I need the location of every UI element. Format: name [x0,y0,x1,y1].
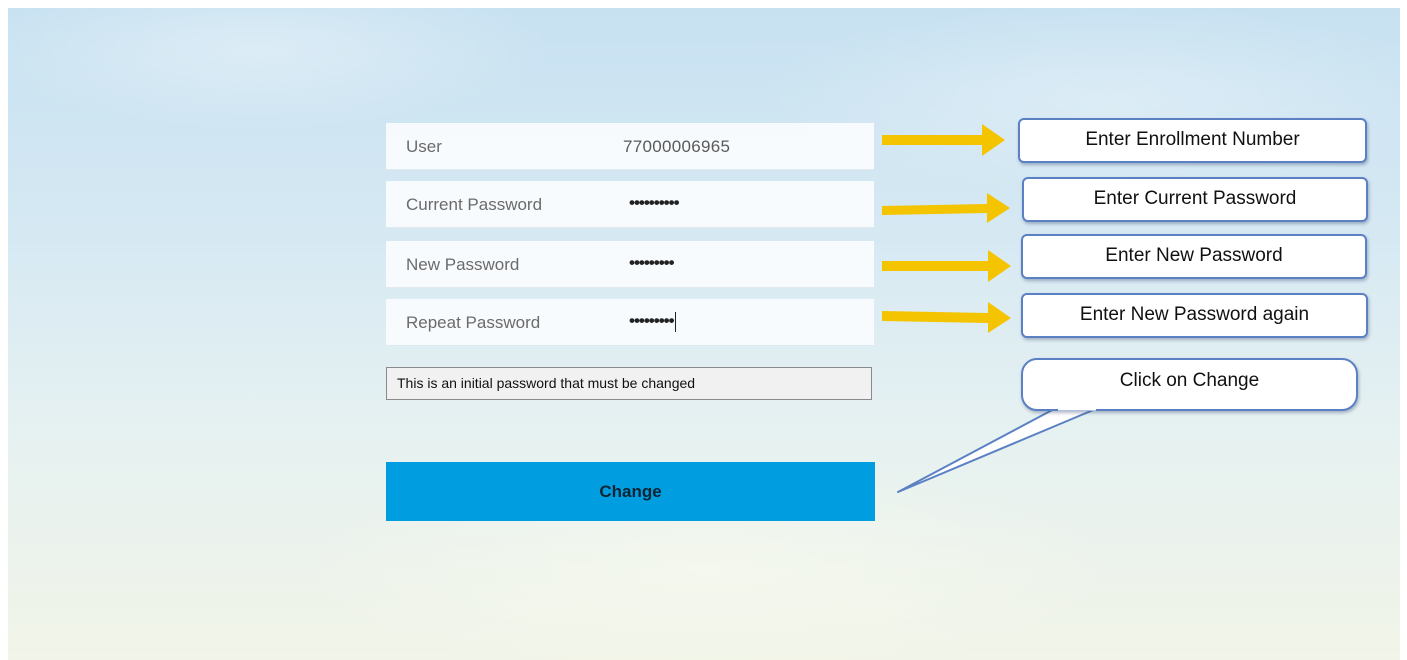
arrow-right-icon [882,124,1005,156]
arrow-right-icon [882,193,1010,223]
arrow-right-icon [882,250,1011,282]
sky-background: User 77000006965 Current Password ••••••… [8,8,1400,660]
arrow-right-icon [882,302,1011,333]
callout-enter-new-password: Enter New Password [1021,234,1367,279]
speech-callout-pointer [897,407,1099,493]
callout-enter-current-password: Enter Current Password [1022,177,1368,222]
callout-enter-enrollment-number: Enter Enrollment Number [1018,118,1367,163]
callout-click-on-change: Click on Change [1021,358,1358,411]
callout-enter-new-password-again: Enter New Password again [1021,293,1368,338]
